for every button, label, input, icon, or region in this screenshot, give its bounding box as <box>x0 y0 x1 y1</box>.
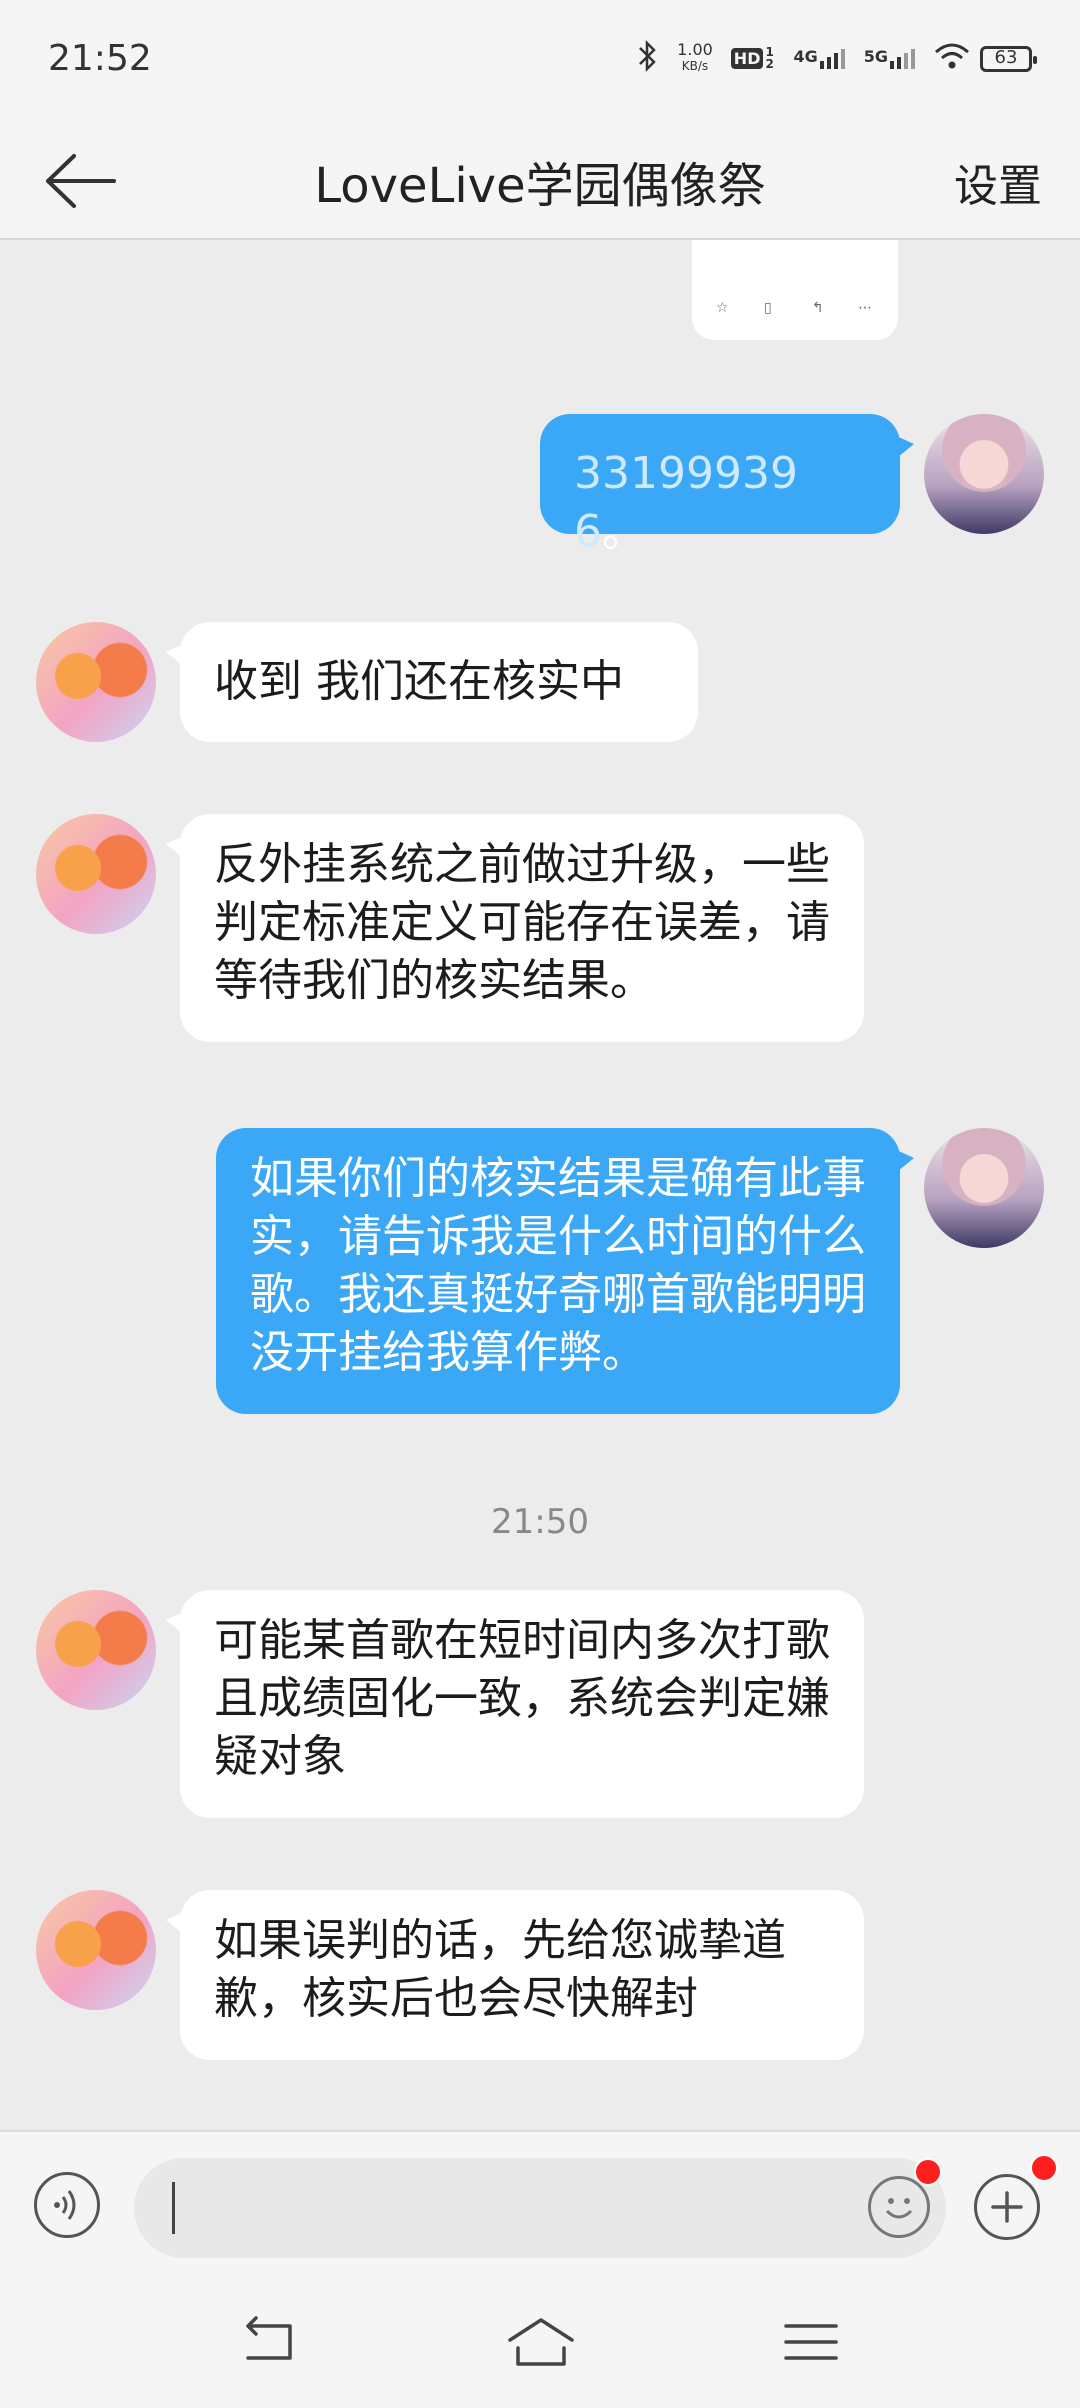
service-avatar[interactable] <box>36 1590 156 1710</box>
service-avatar[interactable] <box>36 622 156 742</box>
hd-label: HD <box>730 47 764 69</box>
battery-icon: 63 <box>980 46 1037 72</box>
my-avatar[interactable] <box>924 1128 1044 1248</box>
trash-icon: ▯ <box>764 300 772 316</box>
message-bubble-incoming[interactable]: 反外挂系统之前做过升级，一些判定标准定义可能存在误差，请等待我们的核实结果。 <box>166 814 864 1042</box>
battery-level: 63 <box>994 47 1018 68</box>
hd-badge: HD 1 2 <box>730 45 776 71</box>
my-avatar[interactable] <box>924 414 1044 534</box>
message-bubble-incoming[interactable]: 如果误判的话，先给您诚挚道歉，核实后也会尽快解封 <box>166 1890 864 2060</box>
image-message-thumbnail[interactable]: ☆ ▯ ↰ ⋯ <box>692 240 898 340</box>
service-avatar[interactable] <box>36 814 156 934</box>
emoji-icon[interactable] <box>868 2176 930 2238</box>
voice-icon[interactable] <box>34 2172 100 2238</box>
nav-home-icon[interactable] <box>506 2312 576 2372</box>
system-navigation-bar <box>0 2278 1080 2408</box>
message-input[interactable] <box>134 2158 946 2258</box>
net-speed-value: 1.00 <box>677 40 713 59</box>
input-bar <box>0 2130 1080 2280</box>
signal-5g-icon: 5G <box>864 47 916 69</box>
share-icon: ↰ <box>812 300 824 316</box>
message-text: 可能某首歌在短时间内多次打歌且成绩固化一致，系统会判定嫌疑对象 <box>214 1615 830 1782</box>
status-icons: 1.00 KB/s HD 1 2 4G 5G <box>637 38 970 78</box>
message-bubble-incoming[interactable]: 收到 我们还在核实中 <box>166 622 698 742</box>
message-text: 如果你们的核实结果是确有此事实，请告诉我是什么时间的什么歌。我还真挺好奇哪首歌能… <box>250 1153 866 1378</box>
plus-icon[interactable] <box>974 2174 1040 2240</box>
status-time: 21:52 <box>48 38 152 79</box>
message-bubble-outgoing[interactable]: 如果你们的核实结果是确有此事实，请告诉我是什么时间的什么歌。我还真挺好奇哪首歌能… <box>216 1128 914 1414</box>
chat-header: LoveLive学园偶像祭 设置 <box>0 120 1080 240</box>
text-cursor <box>172 2182 175 2234</box>
signal-4g-label: 4G <box>793 47 818 66</box>
settings-button[interactable]: 设置 <box>954 150 1042 214</box>
emoji-notification-dot <box>914 2158 942 2186</box>
wifi-icon <box>934 42 970 74</box>
message-text: 如果误判的话，先给您诚挚道歉，核实后也会尽快解封 <box>214 1915 786 2024</box>
service-avatar[interactable] <box>36 1890 156 2010</box>
more-icon: ⋯ <box>858 300 872 316</box>
chat-history[interactable]: ☆ ▯ ↰ ⋯ 331999396。 收到 我们还在核实中 反外挂系统之前做过升… <box>0 240 1080 2130</box>
status-bar: 21:52 1.00 KB/s HD 1 2 4G 5G 63 <box>0 0 1080 120</box>
plus-notification-dot <box>1030 2154 1058 2182</box>
nav-menu-icon[interactable] <box>776 2312 846 2372</box>
chat-title: LoveLive学园偶像祭 <box>314 158 766 214</box>
signal-5g-label: 5G <box>863 47 888 66</box>
net-speed: 1.00 KB/s <box>677 42 713 74</box>
message-bubble-incoming[interactable]: 可能某首歌在短时间内多次打歌且成绩固化一致，系统会判定嫌疑对象 <box>166 1590 864 1818</box>
message-text: 反外挂系统之前做过升级，一些判定标准定义可能存在误差，请等待我们的核实结果。 <box>214 839 830 1006</box>
message-text: 收到 我们还在核实中 <box>214 656 624 707</box>
message-bubble-outgoing[interactable]: 331999396。 <box>540 414 914 557</box>
net-speed-unit: KB/s <box>681 59 709 73</box>
nav-back-icon[interactable] <box>234 2312 304 2372</box>
message-suffix: 。 <box>602 506 646 557</box>
signal-4g-icon: 4G <box>793 47 845 69</box>
hd-sub: 1 2 <box>765 45 774 71</box>
star-icon: ☆ <box>716 300 729 316</box>
bluetooth-icon <box>637 39 659 77</box>
time-separator: 21:50 <box>491 1502 589 1542</box>
